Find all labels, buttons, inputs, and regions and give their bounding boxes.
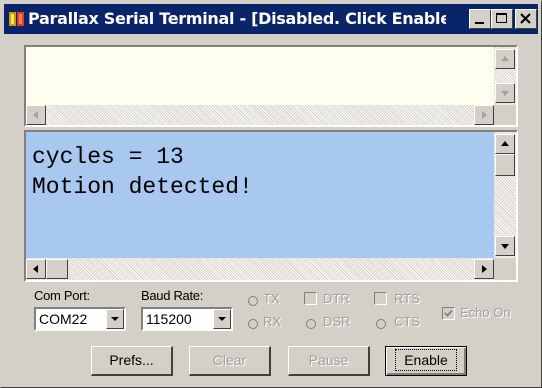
baud-rate-select[interactable]: 115200	[141, 307, 233, 331]
clear-button[interactable]: Clear	[189, 346, 271, 376]
com-port-value: COM22	[39, 311, 88, 327]
scroll-corner	[494, 258, 516, 280]
pause-button[interactable]: Pause	[288, 346, 370, 376]
arrow-left-icon	[33, 111, 38, 119]
dtr-checkbox[interactable]	[304, 292, 317, 305]
rx-label: RX	[263, 314, 282, 329]
receive-vertical-scrollbar[interactable]	[494, 132, 516, 258]
prefs-button-label: Prefs...	[109, 352, 154, 368]
close-icon	[520, 13, 531, 24]
dsr-label: DSR	[323, 314, 351, 329]
prefs-button[interactable]: Prefs...	[91, 346, 173, 376]
pause-button-label: Pause	[308, 352, 349, 368]
arrow-right-icon	[482, 111, 487, 119]
baud-rate-dropdown-button[interactable]	[213, 309, 231, 329]
receive-scroll-up-button[interactable]	[495, 134, 515, 154]
window-title: Parallax Serial Terminal - [Disabled. Cl…	[28, 9, 446, 28]
arrow-up-icon	[501, 56, 509, 61]
receive-line-2: Motion detected!	[32, 174, 253, 200]
transmit-scroll-left-button[interactable]	[26, 105, 46, 125]
receive-hscroll-thumb[interactable]	[46, 259, 68, 279]
com-port-select[interactable]: COM22	[34, 307, 126, 331]
receive-scroll-left-button[interactable]	[26, 259, 46, 279]
parallax-app-icon	[9, 12, 24, 26]
dtr-label: DTR	[323, 291, 350, 306]
checkmark-icon	[444, 309, 453, 317]
com-port-label: Com Port:	[34, 288, 90, 303]
maximize-button[interactable]	[491, 9, 513, 29]
arrow-down-icon	[501, 244, 509, 249]
close-button[interactable]	[515, 9, 537, 29]
receive-scroll-right-button[interactable]	[474, 259, 494, 279]
receive-horizontal-scrollbar[interactable]	[26, 258, 494, 280]
chevron-down-icon	[111, 317, 119, 321]
arrow-up-icon	[501, 141, 509, 146]
cts-label: CTS	[394, 314, 420, 329]
receive-pane[interactable]: cycles = 13 Motion detected!	[26, 132, 494, 258]
transmit-pane[interactable]	[26, 47, 494, 105]
transmit-pane-frame	[24, 45, 518, 127]
arrow-left-icon	[33, 265, 38, 273]
arrow-right-icon	[482, 265, 487, 273]
minimize-button[interactable]	[469, 9, 491, 29]
echo-on-label: Echo On	[460, 305, 511, 320]
minimize-icon	[475, 22, 484, 24]
baud-rate-label: Baud Rate:	[141, 288, 204, 303]
transmit-horizontal-scrollbar[interactable]	[26, 105, 494, 125]
baud-rate-value: 115200	[146, 311, 192, 327]
echo-on-checkbox[interactable]	[442, 307, 455, 320]
arrow-down-icon	[501, 91, 509, 96]
transmit-vertical-scrollbar[interactable]	[494, 47, 516, 105]
receive-pane-frame: cycles = 13 Motion detected!	[24, 130, 518, 282]
receive-scroll-thumb[interactable]	[495, 154, 515, 176]
clear-button-label: Clear	[212, 352, 247, 368]
chevron-down-icon	[218, 317, 226, 321]
com-port-dropdown-button[interactable]	[106, 309, 124, 329]
rts-checkbox[interactable]	[374, 292, 387, 305]
transmit-scroll-up-button[interactable]	[495, 49, 515, 69]
title-bar[interactable]: Parallax Serial Terminal - [Disabled. Cl…	[4, 4, 538, 34]
rx-indicator-radio	[248, 319, 258, 329]
enable-button[interactable]: Enable	[385, 346, 467, 376]
cts-indicator-radio	[376, 319, 386, 329]
receive-line-1: cycles = 13	[32, 144, 184, 170]
tx-label: TX	[263, 291, 280, 306]
rts-label: RTS	[394, 291, 420, 306]
tx-indicator-radio	[248, 296, 258, 306]
receive-scroll-down-button[interactable]	[495, 236, 515, 256]
dsr-indicator-radio	[306, 319, 316, 329]
scroll-corner	[494, 105, 516, 125]
transmit-scroll-right-button[interactable]	[474, 105, 494, 125]
transmit-scroll-down-button[interactable]	[495, 83, 515, 103]
terminal-window: Parallax Serial Terminal - [Disabled. Cl…	[0, 0, 542, 388]
enable-button-label: Enable	[395, 349, 457, 371]
maximize-icon	[496, 13, 507, 23]
